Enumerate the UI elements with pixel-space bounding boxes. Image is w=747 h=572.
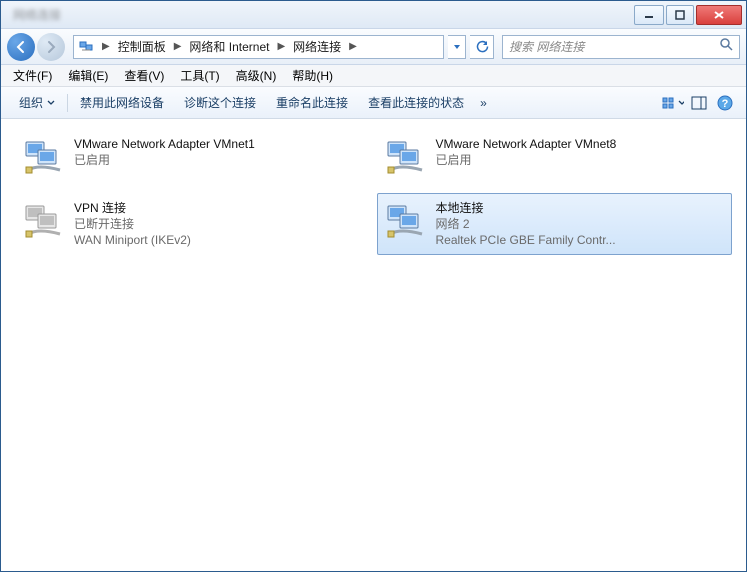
toolbar-disable[interactable]: 禁用此网络设备 <box>70 90 174 115</box>
close-button[interactable] <box>696 5 742 25</box>
refresh-button[interactable] <box>470 35 494 59</box>
minimize-icon <box>644 10 654 20</box>
connection-item[interactable]: VMware Network Adapter VMnet8 已启用 <box>377 129 733 187</box>
navbar: ▶ 控制面板 ▶ 网络和 Internet ▶ 网络连接 ▶ <box>1 29 746 65</box>
connection-detail: Realtek PCIe GBE Family Contr... <box>436 232 616 248</box>
search-input[interactable] <box>509 40 719 54</box>
maximize-icon <box>675 10 685 20</box>
crumb-network-internet[interactable]: 网络和 Internet <box>185 36 273 58</box>
connection-item[interactable]: 本地连接 网络 2 Realtek PCIe GBE Family Contr.… <box>377 193 733 255</box>
chevron-right-icon: ▶ <box>273 41 289 52</box>
connection-text: VMware Network Adapter VMnet8 已启用 <box>436 136 617 168</box>
separator <box>67 94 68 112</box>
search-icon <box>719 37 733 56</box>
chevron-right-icon: ▶ <box>170 41 186 52</box>
nav-buttons <box>7 32 69 62</box>
forward-icon <box>44 40 58 54</box>
connection-text: VPN 连接 已断开连接 WAN Miniport (IKEv2) <box>74 200 191 248</box>
network-adapter-icon <box>384 136 428 180</box>
connection-name: VMware Network Adapter VMnet1 <box>74 136 255 152</box>
network-adapter-icon <box>384 200 428 244</box>
connection-detail: WAN Miniport (IKEv2) <box>74 232 191 248</box>
chevron-down-icon <box>453 43 461 51</box>
connection-text: 本地连接 网络 2 Realtek PCIe GBE Family Contr.… <box>436 200 616 248</box>
preview-pane-icon <box>691 96 707 110</box>
menu-tools[interactable]: 工具(T) <box>172 65 227 86</box>
toolbar-rename[interactable]: 重命名此连接 <box>266 90 358 115</box>
back-button[interactable] <box>7 33 35 61</box>
view-icon <box>662 96 676 110</box>
view-options-button[interactable] <box>662 92 684 114</box>
help-button[interactable]: ? <box>714 92 736 114</box>
chevron-right-icon: ▶ <box>98 41 114 52</box>
connection-item[interactable]: VPN 连接 已断开连接 WAN Miniport (IKEv2) <box>15 193 371 255</box>
address-bar[interactable]: ▶ 控制面板 ▶ 网络和 Internet ▶ 网络连接 ▶ <box>73 35 444 59</box>
chevron-right-icon: ▶ <box>345 41 361 52</box>
menu-help[interactable]: 帮助(H) <box>284 65 341 86</box>
svg-text:?: ? <box>722 98 729 110</box>
toolbar-status[interactable]: 查看此连接的状态 <box>358 90 474 115</box>
explorer-window: 网络连接 ▶ 控制面板 ▶ 网络和 Internet <box>0 0 747 572</box>
connection-status: 已断开连接 <box>74 216 191 232</box>
connection-name: VPN 连接 <box>74 200 191 216</box>
connection-name: 本地连接 <box>436 200 616 216</box>
toolbar-organize-label: 组织 <box>19 94 43 111</box>
refresh-icon <box>475 40 489 54</box>
connection-status: 已启用 <box>436 152 617 168</box>
connection-status: 已启用 <box>74 152 255 168</box>
back-icon <box>14 40 28 54</box>
network-adapter-icon <box>22 136 66 180</box>
maximize-button[interactable] <box>666 5 694 25</box>
menu-advanced[interactable]: 高级(N) <box>228 65 285 86</box>
toolbar-overflow[interactable]: » <box>474 92 493 114</box>
connections-list: VMware Network Adapter VMnet1 已启用 VMware… <box>1 119 746 571</box>
titlebar: 网络连接 <box>1 1 746 29</box>
menubar: 文件(F) 编辑(E) 查看(V) 工具(T) 高级(N) 帮助(H) <box>1 65 746 87</box>
minimize-button[interactable] <box>634 5 664 25</box>
connection-name: VMware Network Adapter VMnet8 <box>436 136 617 152</box>
close-icon <box>713 10 725 20</box>
menu-view[interactable]: 查看(V) <box>116 65 172 86</box>
search-box[interactable] <box>502 35 740 59</box>
connection-text: VMware Network Adapter VMnet1 已启用 <box>74 136 255 168</box>
title-area: 网络连接 <box>5 6 632 23</box>
toolbar: 组织 禁用此网络设备 诊断这个连接 重命名此连接 查看此连接的状态 » ? <box>1 87 746 119</box>
location-icon <box>78 39 94 55</box>
crumb-control-panel[interactable]: 控制面板 <box>114 36 170 58</box>
toolbar-diagnose[interactable]: 诊断这个连接 <box>174 90 266 115</box>
title-text: 网络连接 <box>13 6 61 23</box>
toolbar-organize[interactable]: 组织 <box>9 90 65 115</box>
menu-edit[interactable]: 编辑(E) <box>60 65 116 86</box>
chevron-down-icon <box>47 99 55 107</box>
network-adapter-icon <box>22 200 66 244</box>
connection-item[interactable]: VMware Network Adapter VMnet1 已启用 <box>15 129 371 187</box>
forward-button[interactable] <box>37 33 65 61</box>
preview-pane-button[interactable] <box>688 92 710 114</box>
address-history-dropdown[interactable] <box>448 35 466 59</box>
chevron-down-icon <box>678 99 684 107</box>
menu-file[interactable]: 文件(F) <box>5 65 60 86</box>
help-icon: ? <box>717 95 733 111</box>
crumb-network-connections[interactable]: 网络连接 <box>289 36 345 58</box>
connection-status: 网络 2 <box>436 216 616 232</box>
